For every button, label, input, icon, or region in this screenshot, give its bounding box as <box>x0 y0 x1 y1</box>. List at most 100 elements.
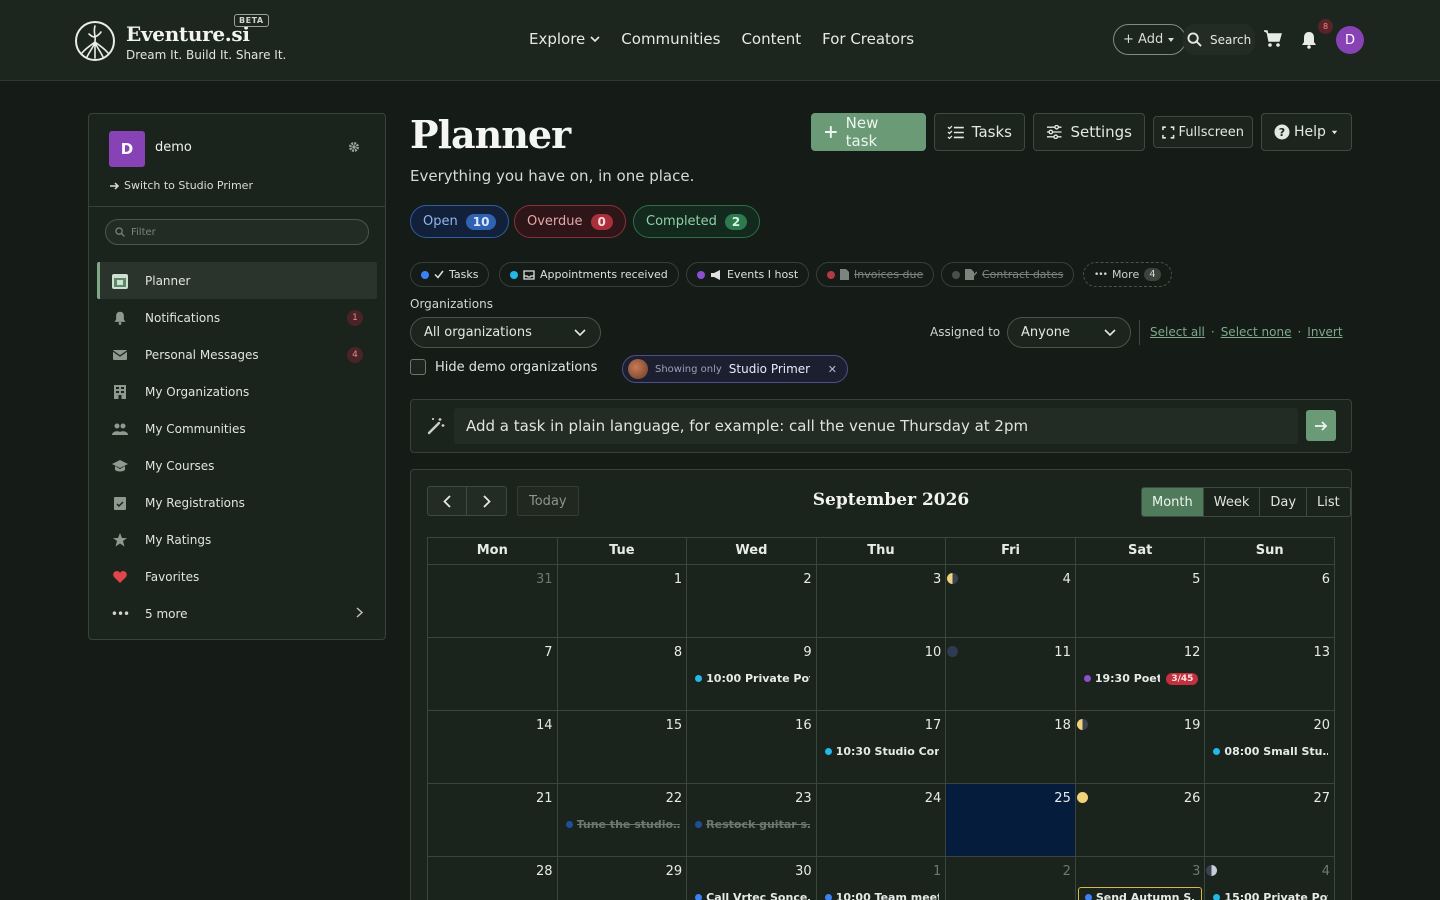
calendar-day-cell[interactable]: 14 <box>428 711 558 784</box>
settings-button[interactable]: Settings <box>1033 113 1145 151</box>
calendar-event[interactable]: 10:00 Team meet… <box>824 891 939 900</box>
select-all-link[interactable]: Select all <box>1150 325 1205 339</box>
calendar-day-cell[interactable]: 27 <box>1205 784 1335 857</box>
gear-icon[interactable] <box>347 140 361 154</box>
sidebar-item-my-courses[interactable]: My Courses <box>97 447 377 484</box>
day-number[interactable]: 1 <box>933 864 941 879</box>
view-month[interactable]: Month <box>1142 488 1203 516</box>
calendar-day-cell[interactable]: 7 <box>428 638 558 711</box>
sidebar-item-more[interactable]: ••• 5 more <box>97 595 377 632</box>
calendar-day-cell[interactable]: 1 <box>557 565 688 638</box>
day-number[interactable]: 14 <box>536 718 553 733</box>
select-none-link[interactable]: Select none <box>1221 325 1292 339</box>
completed-filter-pill[interactable]: Completed 2 <box>633 205 761 238</box>
sidebar-item-my-organizations[interactable]: My Organizations <box>97 373 377 410</box>
calendar-event[interactable]: Restock guitar s… <box>695 818 810 831</box>
brand-name[interactable]: Eventure.si <box>126 22 250 46</box>
calendar-event[interactable]: Call Vrtec Sonce… <box>695 891 810 900</box>
calendar-day-cell[interactable]: 4 15:00 Private Pot… <box>1205 857 1335 900</box>
sidebar-filter-input[interactable]: Filter <box>105 219 369 245</box>
calendar-day-cell[interactable]: 3 Send Autumn S… <box>1076 857 1206 900</box>
day-number[interactable]: 27 <box>1313 791 1330 806</box>
day-number[interactable]: 6 <box>1322 572 1330 587</box>
view-week[interactable]: Week <box>1202 488 1260 516</box>
cart-icon[interactable] <box>1263 30 1283 48</box>
day-number[interactable]: 2 <box>1063 864 1071 879</box>
calendar-event[interactable]: 10:00 Private Pot… <box>695 672 810 685</box>
day-number[interactable]: 12 <box>1184 645 1201 660</box>
view-day[interactable]: Day <box>1259 488 1306 516</box>
sidebar-avatar[interactable]: D <box>109 131 145 167</box>
chip-appointments-received[interactable]: Appointments received <box>499 262 679 287</box>
day-number[interactable]: 2 <box>803 572 811 587</box>
switch-account-link[interactable]: Switch to Studio Primer <box>109 179 253 192</box>
calendar-day-cell[interactable]: 3 <box>816 565 947 638</box>
calendar-day-cell[interactable]: 1 10:00 Team meet… <box>817 857 947 900</box>
calendar-day-cell[interactable]: 5 <box>1075 565 1206 638</box>
sidebar-item-notifications[interactable]: Notifications 1 <box>97 299 377 336</box>
open-filter-pill[interactable]: Open 10 <box>410 205 510 238</box>
sidebar-item-favorites[interactable]: Favorites <box>97 558 377 595</box>
calendar-event[interactable]: 15:00 Private Pot… <box>1213 891 1328 900</box>
day-number[interactable]: 1 <box>674 572 682 587</box>
calendar-day-cell[interactable]: 6 <box>1205 565 1335 638</box>
calendar-event[interactable]: Send Autumn S… <box>1077 887 1203 900</box>
add-button[interactable]: + Add <box>1113 24 1187 55</box>
calendar-day-cell[interactable]: 9 10:00 Private Pot… <box>687 638 817 711</box>
day-number[interactable]: 22 <box>666 791 683 806</box>
chip-events-i-host[interactable]: Events I host <box>686 262 810 287</box>
quick-add-submit-button[interactable] <box>1306 410 1336 441</box>
calendar-event[interactable]: 10:30 Studio Con… <box>824 745 939 758</box>
calendar-day-cell[interactable]: 10 <box>816 638 947 711</box>
day-number[interactable]: 21 <box>536 791 553 806</box>
calendar-day-cell[interactable]: 19 <box>1075 711 1206 784</box>
calendar-day-cell[interactable]: 26 <box>1075 784 1206 857</box>
day-number[interactable]: 11 <box>1054 645 1071 660</box>
day-number[interactable]: 24 <box>925 791 942 806</box>
calendar-day-cell[interactable]: 28 <box>428 857 558 900</box>
day-number[interactable]: 13 <box>1313 645 1330 660</box>
calendar-day-cell[interactable]: 15 <box>557 711 688 784</box>
overdue-filter-pill[interactable]: Overdue 0 <box>514 205 626 238</box>
invert-link[interactable]: Invert <box>1307 325 1342 339</box>
tree-logo-icon[interactable] <box>74 20 116 62</box>
day-number[interactable]: 3 <box>1192 864 1200 879</box>
calendar-day-cell[interactable]: 29 <box>558 857 688 900</box>
day-number[interactable]: 5 <box>1192 572 1200 587</box>
calendar-event[interactable]: 19:30 Poet… 3/45 <box>1083 672 1199 685</box>
view-list[interactable]: List <box>1306 488 1350 516</box>
day-number[interactable]: 26 <box>1184 791 1201 806</box>
showing-only-filter-chip[interactable]: Showing only Studio Primer ✕ <box>622 355 848 383</box>
day-number[interactable]: 28 <box>536 864 553 879</box>
hide-demo-checkbox[interactable] <box>410 359 426 375</box>
sidebar-item-my-communities[interactable]: My Communities <box>97 410 377 447</box>
sidebar-item-my-ratings[interactable]: My Ratings <box>97 521 377 558</box>
calendar-day-cell[interactable]: 17 10:30 Studio Con… <box>816 711 947 784</box>
nav-communities[interactable]: Communities <box>621 30 720 48</box>
sidebar-item-planner[interactable]: Planner <box>97 262 377 299</box>
day-number[interactable]: 31 <box>536 572 553 587</box>
calendar-day-cell[interactable]: 11 <box>946 638 1076 711</box>
nav-content[interactable]: Content <box>741 30 801 48</box>
calendar-day-cell[interactable]: 2 <box>687 565 817 638</box>
calendar-day-cell[interactable]: 18 <box>946 711 1076 784</box>
hide-demo-checkbox-row[interactable]: Hide demo organizations <box>410 359 597 375</box>
day-number[interactable]: 4 <box>1063 572 1071 587</box>
chip-more[interactable]: ••• More 4 <box>1083 262 1172 287</box>
day-number[interactable]: 8 <box>674 645 682 660</box>
help-button[interactable]: ? Help <box>1261 113 1352 151</box>
calendar-day-cell[interactable]: 23 Restock guitar s… <box>687 784 817 857</box>
organizations-select[interactable]: All organizations <box>410 317 601 348</box>
quick-add-input[interactable]: Add a task in plain language, for exampl… <box>454 408 1298 444</box>
day-number[interactable]: 9 <box>803 645 811 660</box>
calendar-day-cell[interactable]: 22 Tune the studio… <box>557 784 688 857</box>
tasks-button[interactable]: Tasks <box>934 113 1025 151</box>
sidebar-username[interactable]: demo <box>155 140 192 155</box>
new-task-button[interactable]: New task <box>811 113 926 151</box>
day-number[interactable]: 3 <box>933 572 941 587</box>
day-number[interactable]: 4 <box>1322 864 1330 879</box>
day-number[interactable]: 18 <box>1054 718 1071 733</box>
sidebar-item-personal-messages[interactable]: Personal Messages 4 <box>97 336 377 373</box>
calendar-day-cell[interactable]: 20 08:00 Small Stu… <box>1205 711 1335 784</box>
fullscreen-button[interactable]: Fullscreen <box>1153 116 1253 148</box>
